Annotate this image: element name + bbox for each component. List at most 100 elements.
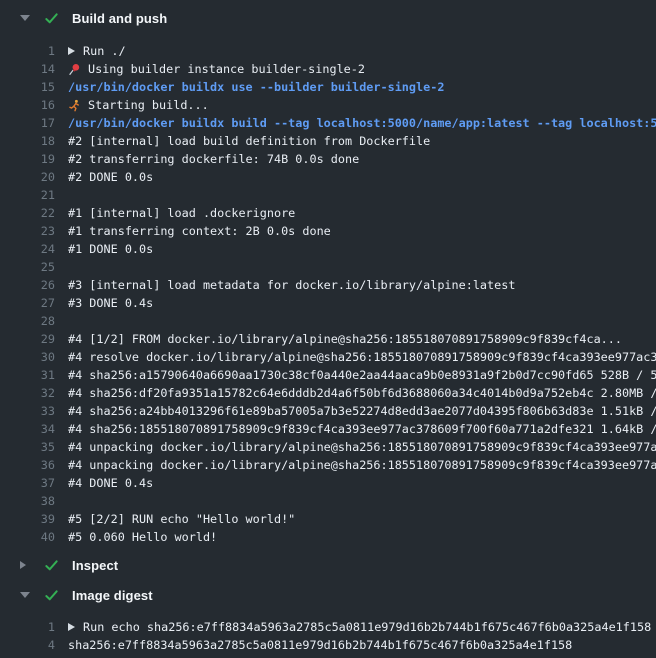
line-text: #1 [internal] load .dockerignore — [68, 204, 295, 222]
log-line: 40 #5 0.060 Hello world! — [0, 528, 656, 546]
line-text: /usr/bin/docker buildx build --tag local… — [68, 114, 656, 132]
line-number[interactable]: 34 — [0, 420, 55, 438]
line-number[interactable]: 24 — [0, 240, 55, 258]
line-number[interactable]: 28 — [0, 312, 55, 330]
run-group-toggle-icon[interactable] — [68, 47, 75, 55]
line-number[interactable]: 23 — [0, 222, 55, 240]
log-line: 19 #2 transferring dockerfile: 74B 0.0s … — [0, 150, 656, 168]
line-text: Starting build... — [68, 96, 209, 114]
line-number[interactable]: 30 — [0, 348, 55, 366]
section-header-build-and-push[interactable]: Build and push — [0, 10, 656, 26]
line-number[interactable]: 29 — [0, 330, 55, 348]
check-icon — [44, 588, 59, 603]
line-number[interactable]: 1 — [0, 42, 55, 60]
line-number[interactable]: 26 — [0, 276, 55, 294]
section-title: Inspect — [72, 558, 118, 573]
section-title: Image digest — [72, 588, 153, 603]
line-number[interactable]: 31 — [0, 366, 55, 384]
log-line: 33 #4 sha256:a24bb4013296f61e89ba57005a7… — [0, 402, 656, 420]
line-text: #3 DONE 0.4s — [68, 294, 153, 312]
line-number[interactable]: 37 — [0, 474, 55, 492]
line-number[interactable]: 14 — [0, 60, 55, 78]
chevron-down-icon[interactable] — [20, 15, 32, 21]
line-text: #4 [1/2] FROM docker.io/library/alpine@s… — [68, 330, 622, 348]
chevron-right-icon[interactable] — [20, 561, 32, 569]
line-number[interactable]: 16 — [0, 96, 55, 114]
log-section-build-and-push: Build and push 1 Run ./ 14 Using builder… — [0, 10, 656, 546]
log-line: 21 — [0, 186, 656, 204]
line-number[interactable]: 32 — [0, 384, 55, 402]
log-line: 39 #5 [2/2] RUN echo "Hello world!" — [0, 510, 656, 528]
line-text: #4 sha256:a24bb4013296f61e89ba57005a7b3e… — [68, 402, 656, 420]
workflow-log-viewer: Build and push 1 Run ./ 14 Using builder… — [0, 0, 656, 658]
line-text: Using builder instance builder-single-2 — [68, 60, 365, 78]
log-lines: 1 Run echo sha256:e7ff8834a5963a2785c5a0… — [0, 618, 656, 654]
line-text: Run ./ — [68, 42, 126, 60]
log-lines: 1 Run ./ 14 Using builder instance build… — [0, 42, 656, 546]
line-text: #4 unpacking docker.io/library/alpine@sh… — [68, 456, 656, 474]
log-line: 25 — [0, 258, 656, 276]
line-number[interactable]: 27 — [0, 294, 55, 312]
log-section-image-digest: Image digest 1 Run echo sha256:e7ff8834a… — [0, 587, 656, 654]
line-number[interactable]: 39 — [0, 510, 55, 528]
line-number[interactable]: 36 — [0, 456, 55, 474]
line-text: /usr/bin/docker buildx use --builder bui… — [68, 78, 444, 96]
log-line: 35 #4 unpacking docker.io/library/alpine… — [0, 438, 656, 456]
line-text: #4 sha256:a15790640a6690aa1730c38cf0a440… — [68, 366, 656, 384]
log-line: 15 /usr/bin/docker buildx use --builder … — [0, 78, 656, 96]
section-title: Build and push — [72, 11, 167, 26]
log-line: 31 #4 sha256:a15790640a6690aa1730c38cf0a… — [0, 366, 656, 384]
line-number[interactable]: 19 — [0, 150, 55, 168]
line-text: #2 DONE 0.0s — [68, 168, 153, 186]
log-line: 1 Run ./ — [0, 42, 656, 60]
log-line: 28 — [0, 312, 656, 330]
runner-icon — [68, 99, 81, 112]
log-line: 34 #4 sha256:185518070891758909c9f839cf4… — [0, 420, 656, 438]
line-number[interactable]: 1 — [0, 618, 55, 636]
log-line: 14 Using builder instance builder-single… — [0, 60, 656, 78]
log-line: 18 #2 [internal] load build definition f… — [0, 132, 656, 150]
line-text: #5 [2/2] RUN echo "Hello world!" — [68, 510, 295, 528]
line-text: #4 DONE 0.4s — [68, 474, 153, 492]
log-line: 29 #4 [1/2] FROM docker.io/library/alpin… — [0, 330, 656, 348]
line-text: #4 unpacking docker.io/library/alpine@sh… — [68, 438, 656, 456]
line-number[interactable]: 20 — [0, 168, 55, 186]
log-section-inspect: Inspect — [0, 557, 656, 573]
line-number[interactable]: 40 — [0, 528, 55, 546]
line-number[interactable]: 4 — [0, 636, 55, 654]
chevron-down-icon[interactable] — [20, 592, 32, 598]
line-number[interactable]: 33 — [0, 402, 55, 420]
log-line: 22 #1 [internal] load .dockerignore — [0, 204, 656, 222]
line-number[interactable]: 21 — [0, 186, 55, 204]
line-text: #1 DONE 0.0s — [68, 240, 153, 258]
section-header-image-digest[interactable]: Image digest — [0, 587, 656, 603]
line-text: sha256:e7ff8834a5963a2785c5a0811e979d16b… — [68, 636, 572, 654]
pushpin-icon — [68, 63, 81, 76]
line-number[interactable]: 38 — [0, 492, 55, 510]
line-text: #4 sha256:185518070891758909c9f839cf4ca3… — [68, 420, 656, 438]
line-text: #2 transferring dockerfile: 74B 0.0s don… — [68, 150, 359, 168]
log-line: 32 #4 sha256:df20fa9351a15782c64e6dddb2d… — [0, 384, 656, 402]
log-line: 26 #3 [internal] load metadata for docke… — [0, 276, 656, 294]
log-line: 16 Starting build... — [0, 96, 656, 114]
log-line: 17 /usr/bin/docker buildx build --tag lo… — [0, 114, 656, 132]
line-number[interactable]: 25 — [0, 258, 55, 276]
line-text: #1 transferring context: 2B 0.0s done — [68, 222, 331, 240]
line-text: #3 [internal] load metadata for docker.i… — [68, 276, 515, 294]
line-number[interactable]: 17 — [0, 114, 55, 132]
section-header-inspect[interactable]: Inspect — [0, 557, 656, 573]
line-number[interactable]: 22 — [0, 204, 55, 222]
check-icon — [44, 558, 59, 573]
line-text: #5 0.060 Hello world! — [68, 528, 217, 546]
log-line: 27 #3 DONE 0.4s — [0, 294, 656, 312]
check-icon — [44, 11, 59, 26]
line-number[interactable]: 18 — [0, 132, 55, 150]
run-group-toggle-icon[interactable] — [68, 623, 75, 631]
line-number[interactable]: 35 — [0, 438, 55, 456]
log-line: 20 #2 DONE 0.0s — [0, 168, 656, 186]
log-line: 38 — [0, 492, 656, 510]
line-number[interactable]: 15 — [0, 78, 55, 96]
line-text: #2 [internal] load build definition from… — [68, 132, 430, 150]
log-line: 37 #4 DONE 0.4s — [0, 474, 656, 492]
log-line: 36 #4 unpacking docker.io/library/alpine… — [0, 456, 656, 474]
